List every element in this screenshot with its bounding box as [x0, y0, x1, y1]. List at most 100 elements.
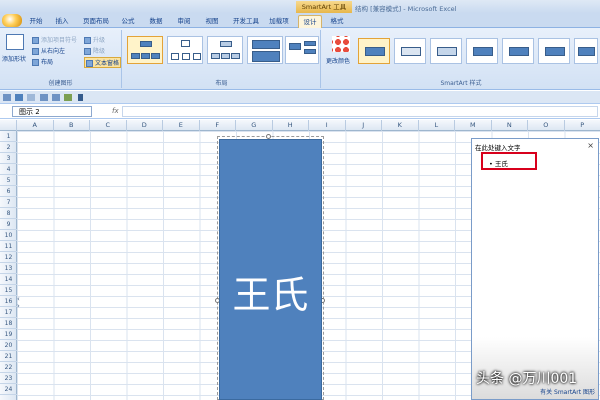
column-header[interactable]: K: [382, 120, 419, 131]
demote-button[interactable]: 降级: [84, 46, 105, 55]
layout-option-3[interactable]: [207, 36, 243, 64]
add-bullet-label: 添加项目符号: [41, 37, 78, 44]
layout-option-2[interactable]: [167, 36, 203, 64]
row-header[interactable]: 13: [0, 263, 17, 274]
row-header[interactable]: 8: [0, 208, 17, 219]
layout-option-4[interactable]: [247, 36, 283, 64]
smartart-shape[interactable]: [219, 139, 322, 400]
name-box[interactable]: 图示 2: [12, 106, 92, 117]
layout-button[interactable]: 布局: [32, 57, 53, 66]
text-pane-toggle-icon[interactable]: ‹ ›: [17, 296, 20, 310]
add-shape-button[interactable]: 添加形状: [2, 54, 26, 63]
column-header[interactable]: L: [419, 120, 455, 131]
tab-design[interactable]: 设计: [298, 15, 322, 28]
row-headers: 1 2 3 4 5 6 7 8 9 10 11 12 13 14 15 16 17 18 19 20 21 22 23 24: [0, 131, 17, 400]
smartart-help-link[interactable]: 有关 SmartArt 图形: [540, 389, 595, 396]
smartart-tools-label: SmartArt 工具: [296, 1, 352, 13]
text-pane-button[interactable]: 文本窗格: [84, 57, 122, 68]
undo-icon[interactable]: [15, 94, 23, 101]
column-header[interactable]: H: [273, 120, 309, 131]
column-header[interactable]: F: [200, 120, 236, 131]
style-option-6[interactable]: [538, 38, 570, 64]
tab-developer[interactable]: 开发工具: [230, 15, 262, 28]
formula-input[interactable]: [122, 106, 598, 117]
smartart-shape-text[interactable]: 王氏: [219, 272, 322, 318]
row-header[interactable]: 20: [0, 340, 17, 351]
print-icon[interactable]: [40, 94, 48, 101]
column-header[interactable]: J: [346, 120, 382, 131]
create-graphic-group: 添加形状 添加项目符号 从右向左 布局 升级 降级 文本窗格 创建图形: [0, 30, 122, 88]
tab-formulas[interactable]: 公式: [118, 15, 138, 28]
row-header[interactable]: 5: [0, 175, 17, 186]
column-header[interactable]: A: [17, 120, 54, 131]
column-header[interactable]: D: [127, 120, 163, 131]
change-colors-button[interactable]: 更改颜色: [326, 56, 350, 65]
row-header[interactable]: 4: [0, 164, 17, 175]
bullet-text[interactable]: • 王氏: [489, 158, 508, 168]
column-header[interactable]: C: [90, 120, 127, 131]
tab-addins[interactable]: 加载项: [266, 15, 292, 28]
layout-option-1[interactable]: [127, 36, 163, 64]
style-option-1[interactable]: [358, 38, 390, 64]
tab-home[interactable]: 开始: [26, 15, 46, 28]
redo-icon[interactable]: [27, 94, 35, 101]
style-option-3[interactable]: [430, 38, 462, 64]
column-header[interactable]: G: [236, 120, 273, 131]
title-bar: SmartArt 工具 结构 [兼容模式] - Microsoft Excel: [0, 0, 600, 13]
column-header[interactable]: M: [455, 120, 492, 131]
row-header[interactable]: 16: [0, 296, 17, 307]
layout-shape: [131, 53, 140, 59]
layout-option-5[interactable]: [285, 36, 319, 64]
column-header[interactable]: B: [54, 120, 90, 131]
office-button[interactable]: [2, 14, 22, 27]
tab-view[interactable]: 视图: [202, 15, 222, 28]
save-icon[interactable]: [3, 94, 11, 101]
row-header[interactable]: 1: [0, 131, 17, 142]
close-icon[interactable]: ×: [587, 141, 594, 150]
row-header[interactable]: 6: [0, 186, 17, 197]
fx-icon[interactable]: fx: [112, 107, 119, 115]
text-pane-item[interactable]: • 王氏: [481, 152, 537, 170]
row-header[interactable]: 11: [0, 241, 17, 252]
row-header[interactable]: 14: [0, 274, 17, 285]
row-header[interactable]: 23: [0, 373, 17, 384]
add-bullet-button[interactable]: 添加项目符号: [32, 35, 77, 44]
style-option-4[interactable]: [466, 38, 498, 64]
row-header[interactable]: 18: [0, 318, 17, 329]
layout-shape: [221, 53, 230, 59]
style-option-2[interactable]: [394, 38, 426, 64]
row-header[interactable]: 22: [0, 362, 17, 373]
row-header[interactable]: 9: [0, 219, 17, 230]
column-header[interactable]: I: [309, 120, 346, 131]
style-option-5[interactable]: [502, 38, 534, 64]
promote-button[interactable]: 升级: [84, 35, 105, 44]
row-header[interactable]: 3: [0, 153, 17, 164]
row-header[interactable]: 15: [0, 285, 17, 296]
row-header[interactable]: 2: [0, 142, 17, 153]
chart-icon[interactable]: [64, 94, 72, 101]
style-shape: [509, 47, 529, 56]
row-header[interactable]: 10: [0, 230, 17, 241]
column-header[interactable]: N: [492, 120, 528, 131]
right-to-left-button[interactable]: 从右向左: [32, 46, 65, 55]
window-title: 结构 [兼容模式] - Microsoft Excel: [355, 5, 457, 13]
customize-dropdown-icon[interactable]: [78, 94, 83, 101]
column-header[interactable]: P: [565, 120, 600, 131]
row-header[interactable]: 21: [0, 351, 17, 362]
row-header[interactable]: 24: [0, 384, 17, 395]
preview-icon[interactable]: [52, 94, 60, 101]
row-header[interactable]: 19: [0, 329, 17, 340]
row-header[interactable]: 12: [0, 252, 17, 263]
select-all-corner[interactable]: [0, 120, 17, 131]
style-option-7[interactable]: [574, 38, 598, 64]
demote-label: 降级: [93, 48, 106, 55]
column-header[interactable]: E: [163, 120, 200, 131]
row-header[interactable]: 17: [0, 307, 17, 318]
tab-data[interactable]: 数据: [146, 15, 166, 28]
tab-format[interactable]: 格式: [326, 15, 348, 28]
tab-review[interactable]: 审阅: [174, 15, 194, 28]
tab-insert[interactable]: 插入: [52, 15, 72, 28]
tab-page-layout[interactable]: 页面布局: [80, 15, 112, 28]
column-header[interactable]: O: [528, 120, 565, 131]
row-header[interactable]: 7: [0, 197, 17, 208]
